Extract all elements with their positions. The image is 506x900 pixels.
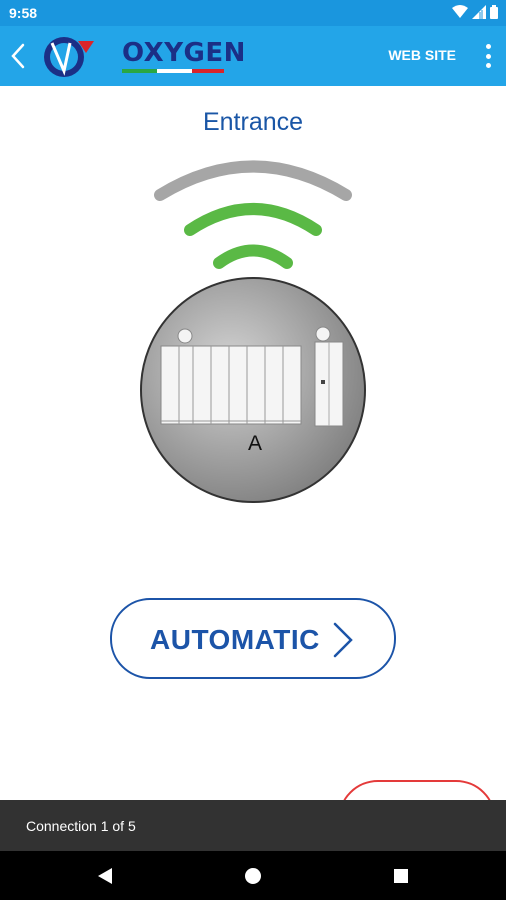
gate-device-button[interactable] — [139, 276, 367, 504]
nav-home-button[interactable] — [240, 863, 266, 889]
website-button[interactable]: WEB SITE — [388, 47, 456, 63]
back-button[interactable] — [4, 38, 32, 74]
chevron-left-icon — [11, 43, 25, 69]
overflow-menu-button[interactable] — [480, 42, 496, 70]
battery-icon — [490, 5, 498, 19]
signal-arc-inner — [213, 244, 293, 269]
dot-icon — [485, 53, 491, 59]
status-bar: 9:58 — [0, 0, 506, 26]
signal-arc-middle — [184, 203, 322, 236]
dot-icon — [485, 63, 491, 68]
back-triangle-icon — [98, 868, 112, 884]
wifi-icon — [452, 5, 468, 18]
system-nav-bar — [0, 851, 506, 900]
nav-recents-button[interactable] — [388, 863, 414, 889]
logo-text: OXYGEN — [122, 38, 246, 68]
signal-arc-outer — [154, 160, 352, 201]
home-circle-icon — [245, 868, 261, 884]
chevron-right-icon — [333, 622, 353, 658]
signal-icon — [472, 5, 486, 19]
snackbar: Connection 1 of 5 — [0, 800, 506, 851]
status-time: 9:58 — [9, 5, 38, 21]
dot-icon — [485, 44, 491, 49]
app-bar: OXYGEN WEB SITE — [0, 26, 506, 86]
gate-label: A — [247, 432, 262, 455]
snackbar-message: Connection 1 of 5 — [26, 818, 136, 834]
wireless-signal-icon — [154, 160, 352, 269]
oxygen-logo: OXYGEN — [38, 33, 245, 79]
status-icons — [452, 5, 498, 19]
gate-title: Entrance — [202, 108, 304, 136]
automatic-mode-label: AUTOMATIC — [150, 624, 320, 655]
nav-back-button[interactable] — [92, 863, 118, 889]
automatic-mode-button[interactable]: AUTOMATIC — [110, 598, 396, 679]
recents-square-icon — [394, 869, 408, 883]
